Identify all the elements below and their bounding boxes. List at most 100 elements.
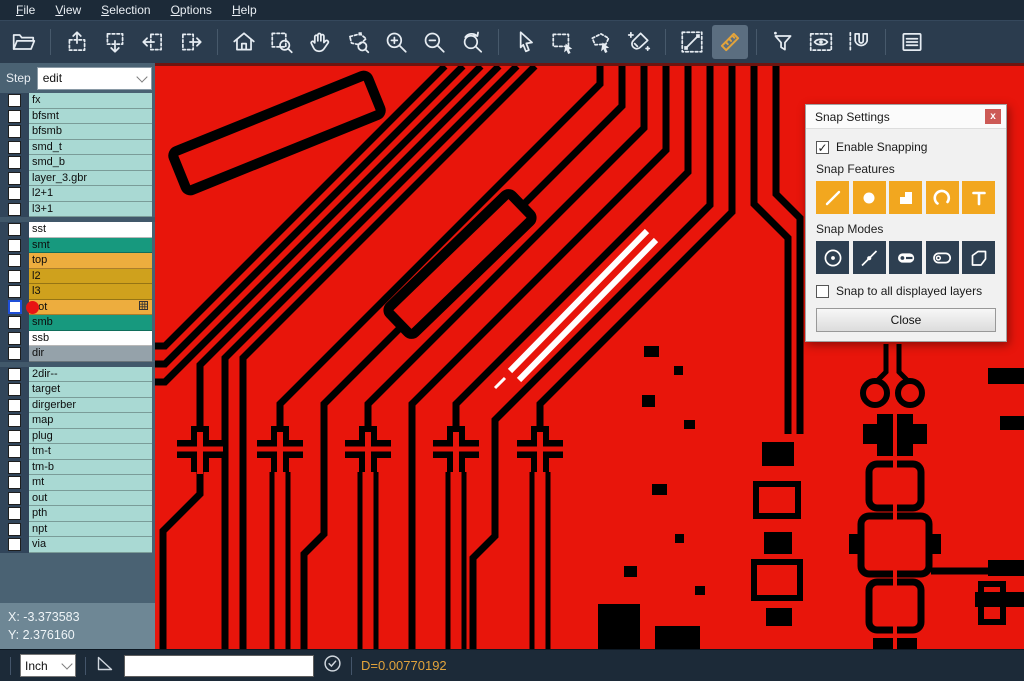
- layer-visibility-checkbox[interactable]: [8, 223, 21, 236]
- layer-label[interactable]: via: [29, 537, 152, 553]
- snap-button[interactable]: [841, 25, 877, 59]
- layer-label[interactable]: target: [29, 382, 152, 398]
- layer-label[interactable]: plug: [29, 429, 152, 445]
- layer-label[interactable]: l3: [29, 284, 152, 300]
- enable-snapping-checkbox[interactable]: ✓: [816, 141, 829, 154]
- snap-feature-surface-button[interactable]: [889, 181, 922, 214]
- layer-row-out[interactable]: out: [0, 491, 155, 507]
- layer-visibility-checkbox[interactable]: [8, 187, 21, 200]
- zoom-polygon-button[interactable]: [340, 25, 376, 59]
- layer-label[interactable]: 2dir--: [29, 367, 152, 383]
- layer-label[interactable]: bfsmb: [29, 124, 152, 140]
- layer-label[interactable]: npt: [29, 522, 152, 538]
- layer-label[interactable]: pth: [29, 506, 152, 522]
- snap-feature-pad-button[interactable]: [853, 181, 886, 214]
- layer-row-l3+1[interactable]: l3+1: [0, 202, 155, 218]
- layer-row-dir[interactable]: dir: [0, 346, 155, 362]
- layer-row-tm-t[interactable]: tm-t: [0, 444, 155, 460]
- apply-check-icon[interactable]: [323, 654, 342, 678]
- layer-label[interactable]: smt: [29, 238, 152, 254]
- layer-label[interactable]: smb: [29, 315, 152, 331]
- layer-label[interactable]: l2: [29, 269, 152, 285]
- layer-visibility-checkbox[interactable]: [8, 156, 21, 169]
- move-right-button[interactable]: [173, 25, 209, 59]
- layer-label[interactable]: bfsmt: [29, 109, 152, 125]
- grid-icon[interactable]: [139, 301, 148, 313]
- zoom-reset-button[interactable]: [454, 25, 490, 59]
- layer-label[interactable]: out: [29, 491, 152, 507]
- close-button[interactable]: Close: [816, 308, 996, 332]
- pcb-canvas[interactable]: Snap Settings x ✓ Enable Snapping Snap F…: [155, 63, 1024, 649]
- zoom-window-button[interactable]: [264, 25, 300, 59]
- layer-row-sst[interactable]: sst: [0, 222, 155, 238]
- layer-row-l2+1[interactable]: l2+1: [0, 186, 155, 202]
- layer-visibility-checkbox[interactable]: [8, 538, 21, 551]
- layer-visibility-checkbox[interactable]: [8, 141, 21, 154]
- snap-feature-text-button[interactable]: [962, 181, 995, 214]
- layer-row-tm-b[interactable]: tm-b: [0, 460, 155, 476]
- units-select[interactable]: Inch: [20, 654, 76, 677]
- menu-options[interactable]: Options: [161, 0, 222, 20]
- layer-visibility-checkbox[interactable]: [8, 461, 21, 474]
- layer-visibility-checkbox[interactable]: [8, 445, 21, 458]
- layer-label[interactable]: tm-t: [29, 444, 152, 460]
- layer-visibility-checkbox[interactable]: [8, 430, 21, 443]
- move-up-button[interactable]: [59, 25, 95, 59]
- layer-row-via[interactable]: via: [0, 537, 155, 553]
- layer-row-smd_t[interactable]: smd_t: [0, 140, 155, 156]
- move-left-button[interactable]: [135, 25, 171, 59]
- menu-view[interactable]: View: [45, 0, 91, 20]
- zoom-in-button[interactable]: [378, 25, 414, 59]
- clear-selection-button[interactable]: [621, 25, 657, 59]
- layer-row-dirgerber[interactable]: dirgerber: [0, 398, 155, 414]
- view-selection-button[interactable]: [803, 25, 839, 59]
- open-button[interactable]: [6, 25, 42, 59]
- layer-label[interactable]: dirgerber: [29, 398, 152, 414]
- layer-visibility-checkbox[interactable]: [8, 316, 21, 329]
- layer-visibility-checkbox[interactable]: [8, 110, 21, 123]
- angle-icon[interactable]: [95, 653, 115, 678]
- select-rect-button[interactable]: [545, 25, 581, 59]
- layer-visibility-checkbox[interactable]: [8, 203, 21, 216]
- layers-panel-button[interactable]: [894, 25, 930, 59]
- layer-visibility-checkbox[interactable]: [8, 125, 21, 138]
- layer-visibility-checkbox[interactable]: [8, 414, 21, 427]
- layer-visibility-checkbox[interactable]: [8, 523, 21, 536]
- layer-label[interactable]: smd_t: [29, 140, 152, 156]
- layer-label[interactable]: l3+1: [29, 202, 152, 218]
- layer-row-l3[interactable]: l3: [0, 284, 155, 300]
- layer-row-npt[interactable]: npt: [0, 522, 155, 538]
- layer-label[interactable]: bot: [29, 300, 152, 316]
- layer-row-smd_b[interactable]: smd_b: [0, 155, 155, 171]
- menu-selection[interactable]: Selection: [91, 0, 160, 20]
- select-cursor-button[interactable]: [507, 25, 543, 59]
- layer-row-target[interactable]: target: [0, 382, 155, 398]
- layer-visibility-checkbox[interactable]: [8, 285, 21, 298]
- layer-visibility-checkbox[interactable]: [8, 347, 21, 360]
- layer-row-l2[interactable]: l2: [0, 269, 155, 285]
- snap-feature-line-button[interactable]: [816, 181, 849, 214]
- layer-label[interactable]: map: [29, 413, 152, 429]
- layer-visibility-checkbox[interactable]: [8, 254, 21, 267]
- filter-button[interactable]: [765, 25, 801, 59]
- layer-row-smt[interactable]: smt: [0, 238, 155, 254]
- layer-label[interactable]: mt: [29, 475, 152, 491]
- layer-label[interactable]: l2+1: [29, 186, 152, 202]
- layer-row-bot[interactable]: bot: [0, 300, 155, 316]
- layer-label[interactable]: top: [29, 253, 152, 269]
- layer-row-bfsmb[interactable]: bfsmb: [0, 124, 155, 140]
- home-button[interactable]: [226, 25, 262, 59]
- layer-row-map[interactable]: map: [0, 413, 155, 429]
- layer-row-smb[interactable]: smb: [0, 315, 155, 331]
- layer-visibility-checkbox[interactable]: [8, 94, 21, 107]
- layer-row-fx[interactable]: fx: [0, 93, 155, 109]
- layer-row-mt[interactable]: mt: [0, 475, 155, 491]
- enable-snapping-row[interactable]: ✓ Enable Snapping: [816, 140, 996, 154]
- select-polygon-button[interactable]: [583, 25, 619, 59]
- layer-visibility-checkbox[interactable]: [8, 507, 21, 520]
- layer-row-pth[interactable]: pth: [0, 506, 155, 522]
- layer-visibility-checkbox[interactable]: [8, 172, 21, 185]
- step-select[interactable]: edit: [37, 67, 152, 90]
- snap-feature-arc-button[interactable]: [926, 181, 959, 214]
- layer-label[interactable]: ssb: [29, 331, 152, 347]
